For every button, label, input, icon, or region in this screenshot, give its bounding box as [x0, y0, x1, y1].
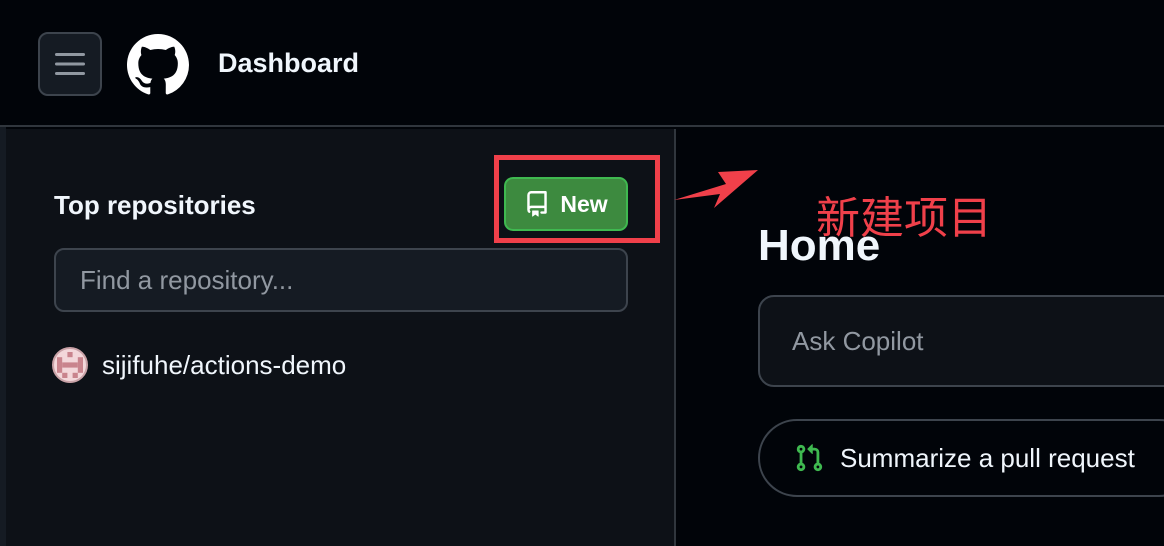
github-logo[interactable] — [127, 34, 189, 96]
avatar — [52, 347, 88, 383]
ask-copilot-input[interactable] — [758, 295, 1164, 387]
annotation-highlight-box — [494, 155, 660, 243]
find-repository-input[interactable] — [54, 248, 628, 312]
top-repositories-heading: Top repositories — [54, 190, 256, 220]
pull-request-icon — [796, 444, 823, 472]
sidebar: Top repositories New sijifuhe/actions-de… — [6, 129, 676, 546]
annotation-label: 新建项目 — [816, 193, 992, 244]
annotation-arrow — [674, 170, 758, 208]
repository-list-item[interactable]: sijifuhe/actions-demo — [52, 347, 346, 383]
menu-button[interactable] — [38, 32, 102, 96]
identicon-icon — [57, 352, 83, 378]
summarize-pull-request-chip[interactable]: Summarize a pull request — [758, 419, 1164, 497]
repository-link[interactable]: sijifuhe/actions-demo — [102, 350, 346, 381]
page-title[interactable]: Dashboard — [218, 48, 359, 79]
suggestion-label: Summarize a pull request — [840, 442, 1135, 473]
hamburger-icon — [55, 53, 85, 75]
top-header: Dashboard — [0, 0, 1164, 127]
